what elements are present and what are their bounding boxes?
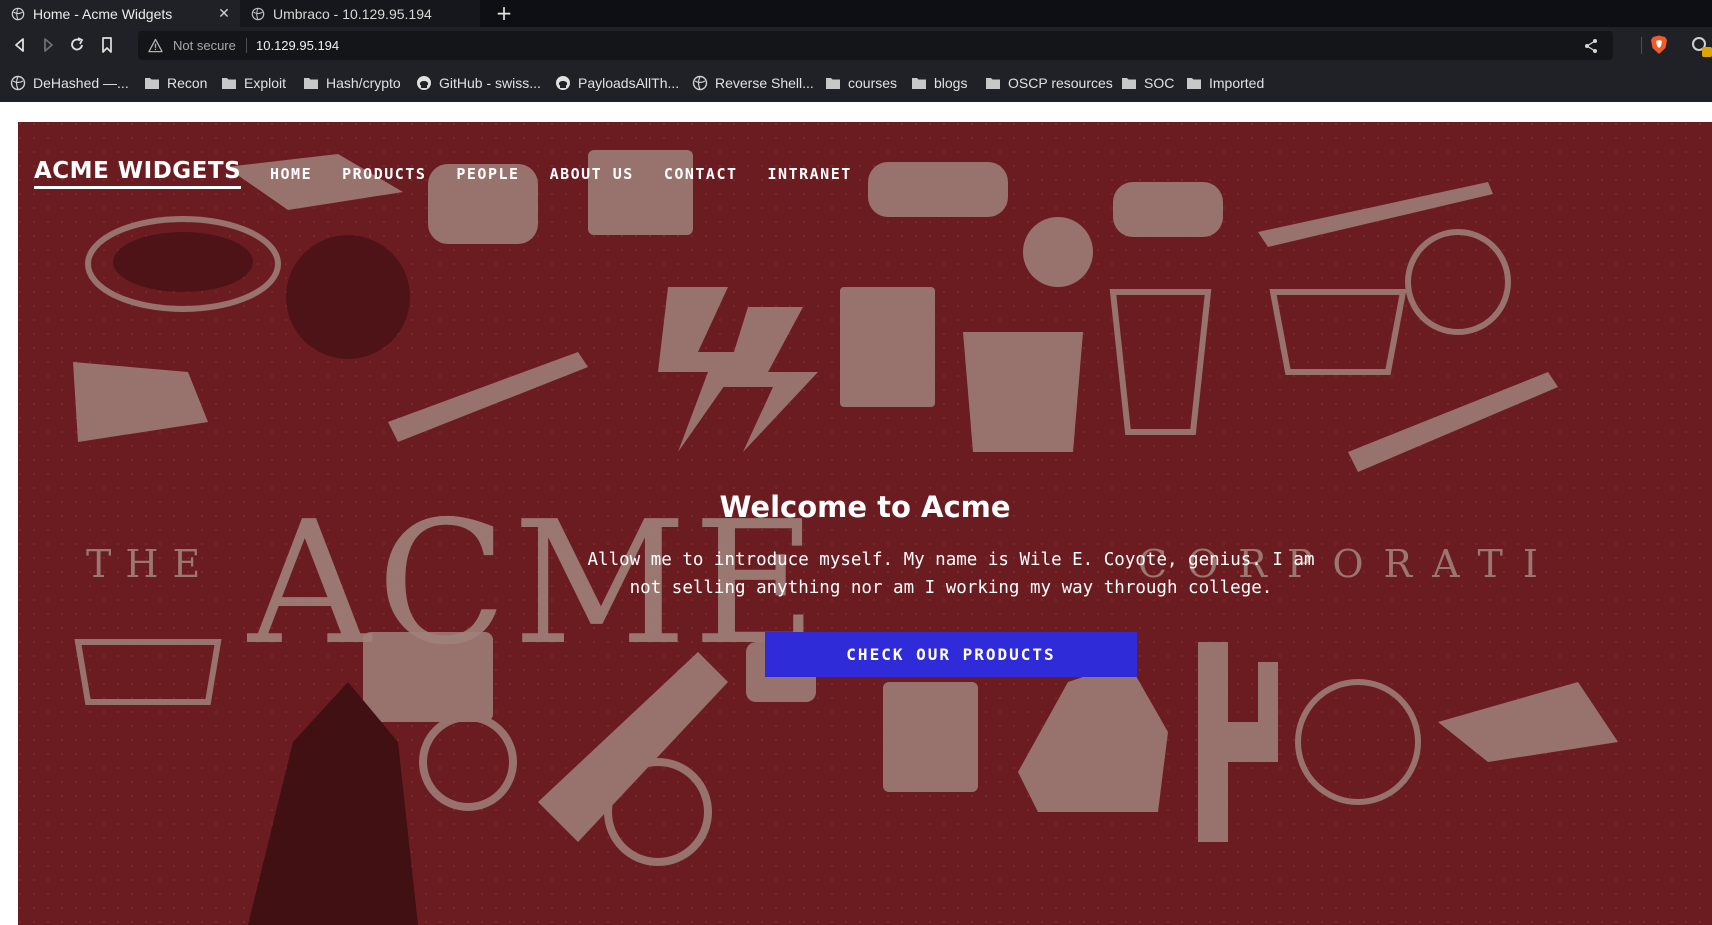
folder-icon [1187,77,1201,89]
folder-icon [912,77,926,89]
bookmark-label: DeHashed —... [33,74,129,91]
address-divider [246,38,247,53]
globe-icon [11,7,25,20]
forward-icon[interactable] [38,35,58,55]
tab-strip: Home - Acme Widgets ✕ Umbraco - 10.129.9… [0,0,1712,27]
bookmark-exploit[interactable]: Exploit [221,63,286,102]
folder-icon [222,77,236,89]
toolbar-divider [1641,37,1642,54]
nav-about-us[interactable]: ABOUT US [550,165,634,183]
folder-icon [145,77,159,89]
github-icon [417,75,431,90]
share-icon[interactable] [1583,38,1599,54]
back-icon[interactable] [10,35,30,55]
bookmark-label: OSCP resources [1008,74,1113,91]
hero-heading: Welcome to Acme [719,490,1011,524]
bookmark-label: Recon [167,74,208,91]
bookmarks-bar: DeHashed —... Recon Exploit Hash/crypto … [0,63,1712,102]
url-text[interactable]: 10.129.95.194 [256,31,339,60]
nav-people[interactable]: PEOPLE [456,165,519,183]
bookmark-icon[interactable] [97,35,117,55]
browser-toolbar: Not secure 10.129.95.194 [0,27,1712,63]
bookmark-label: blogs [934,74,968,91]
bookmark-payloadsallthethings[interactable]: PayloadsAllTh... [555,63,679,102]
bookmark-label: Exploit [244,74,287,91]
page-viewport: THE ACME CORPORATI ACME WIDGETS HOME PRO… [0,102,1712,925]
nav-home[interactable]: HOME [270,165,312,183]
hero-section: THE ACME CORPORATI ACME WIDGETS HOME PRO… [18,122,1712,925]
globe-icon [10,75,26,90]
bookmark-github-swiss[interactable]: GitHub - swiss... [416,63,541,102]
bookmark-imported[interactable]: Imported [1186,63,1264,102]
bookmark-label: SOC [1144,74,1175,91]
check-products-button[interactable]: CHECK OUR PRODUCTS [765,632,1137,677]
bookmark-label: Imported [1209,74,1265,91]
folder-icon [1122,77,1136,89]
nav-products[interactable]: PRODUCTS [342,165,426,183]
bookmark-label: Reverse Shell... [715,74,814,91]
tab-title: Home - Acme Widgets [33,5,173,22]
site-logo[interactable]: ACME WIDGETS [34,158,242,189]
bookmark-dehashed[interactable]: DeHashed —... [10,63,129,102]
tab-title: Umbraco - 10.129.95.194 [273,5,432,22]
address-bar[interactable]: Not secure 10.129.95.194 [138,31,1613,60]
folder-icon [304,77,318,89]
nav-contact[interactable]: CONTACT [664,165,738,183]
security-label[interactable]: Not secure [173,31,236,60]
bookmark-courses[interactable]: courses [825,63,897,102]
globe-icon [251,7,265,20]
bookmark-label: GitHub - swiss... [439,74,541,91]
hero-intro-text: Allow me to introduce myself. My name is… [587,550,1315,598]
folder-icon [986,77,1000,89]
main-nav: HOME PRODUCTS PEOPLE ABOUT US CONTACT IN… [270,165,882,183]
nav-intranet[interactable]: INTRANET [768,165,852,183]
bookmark-label: courses [848,74,898,91]
bookmark-soc[interactable]: SOC [1121,63,1174,102]
warning-icon[interactable] [148,38,163,53]
bookmark-reverse-shell[interactable]: Reverse Shell... [692,63,814,102]
globe-icon [692,75,708,90]
bookmark-oscp-resources[interactable]: OSCP resources [985,63,1113,102]
extension-icon[interactable] [1690,35,1712,57]
svg-text:THE: THE [86,542,214,586]
bookmark-hash-crypto[interactable]: Hash/crypto [303,63,401,102]
folder-icon [826,77,840,89]
tab-home-acme-widgets[interactable]: Home - Acme Widgets ✕ [0,0,240,27]
bookmark-recon[interactable]: Recon [144,63,207,102]
close-tab-icon[interactable]: ✕ [214,3,234,23]
bookmark-label: PayloadsAllTh... [578,74,680,91]
tab-umbraco[interactable]: Umbraco - 10.129.95.194 [240,0,480,27]
brave-shields-icon[interactable] [1650,35,1668,55]
new-tab-button[interactable]: + [494,0,514,27]
bookmark-label: Hash/crypto [326,74,401,91]
reload-icon[interactable] [67,35,87,55]
github-icon [556,75,570,90]
bookmark-blogs[interactable]: blogs [911,63,967,102]
